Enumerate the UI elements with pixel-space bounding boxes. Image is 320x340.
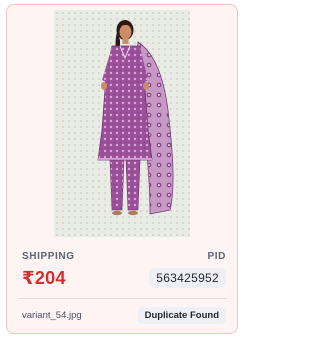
shipping-label: SHIPPING (22, 251, 75, 262)
duplicate-status-badge[interactable]: Duplicate Found (137, 306, 226, 324)
product-image-frame[interactable] (54, 10, 190, 237)
product-image (97, 20, 174, 216)
meta-label-row: SHIPPING PID (22, 251, 226, 262)
image-filename: variant_54.jpg (22, 309, 82, 321)
pid-label: PID (207, 251, 226, 262)
meta-value-row: ₹204 563425952 (22, 267, 226, 289)
pid-value-badge[interactable]: 563425952 (149, 268, 226, 288)
product-card[interactable]: SHIPPING PID ₹204 563425952 variant_54.j… (6, 4, 238, 334)
shipping-price: ₹204 (22, 267, 66, 288)
footer-row: variant_54.jpg Duplicate Found (22, 305, 226, 325)
divider (19, 298, 227, 299)
